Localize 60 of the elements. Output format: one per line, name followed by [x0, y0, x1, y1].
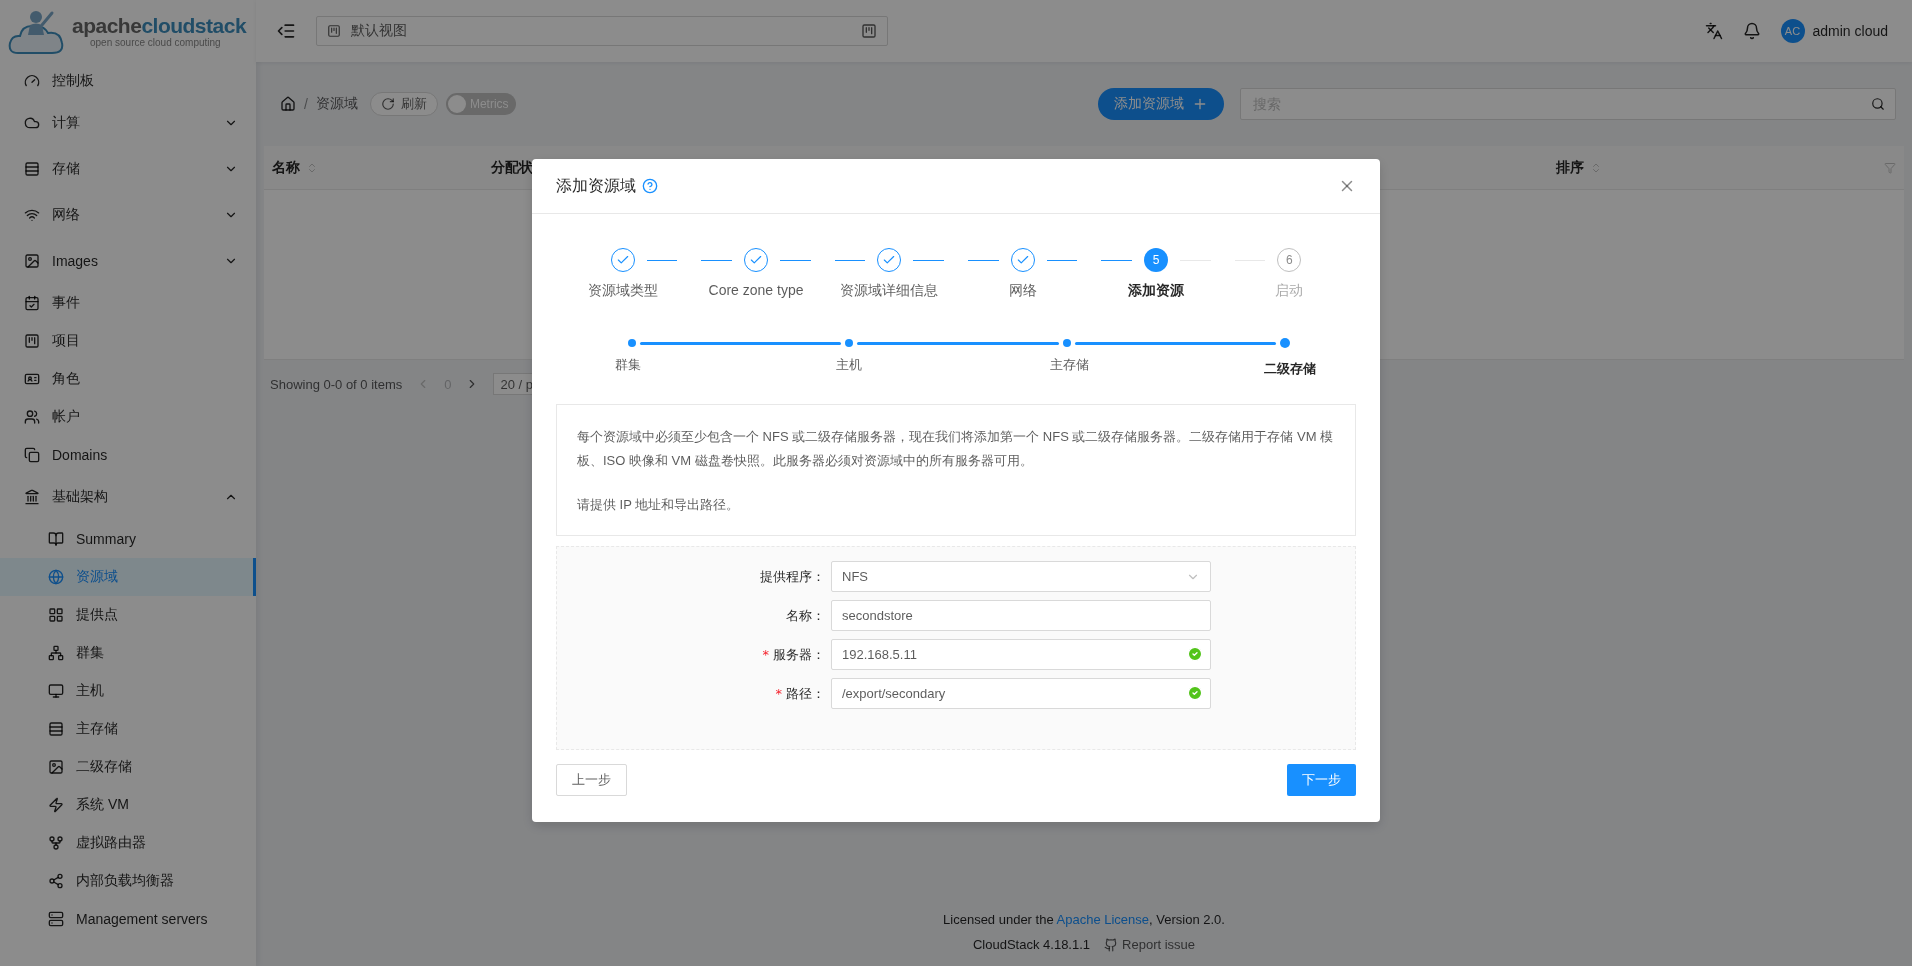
sidebar-item[interactable]: Images	[0, 238, 256, 284]
version-text: CloudStack 4.18.1.1	[972, 937, 1091, 952]
substep-label: 群集	[614, 356, 642, 374]
step-label: 资源域详细信息	[840, 282, 939, 300]
column-header[interactable]: 排序	[1556, 158, 1856, 177]
sidebar-item[interactable]: 存储	[0, 146, 256, 192]
input-field[interactable]: secondstore	[831, 600, 1211, 631]
sidebar-subitem[interactable]: 二级存储	[0, 748, 256, 786]
sidebar-item[interactable]: Domains	[0, 436, 256, 474]
sidebar-subitem[interactable]: 群集	[0, 634, 256, 672]
breadcrumb-item[interactable]: 资源域	[315, 95, 358, 113]
view-selector[interactable]: 默认视图	[316, 16, 888, 46]
description-text: 请提供 IP 地址和导出路径。	[577, 496, 741, 514]
sidebar-item[interactable]: 项目	[0, 322, 256, 360]
substep-label: 主存储	[1048, 356, 1090, 374]
field-label: 名称：	[786, 606, 825, 625]
sidebar-item[interactable]: 基础架构	[0, 474, 256, 520]
sidebar-subitem[interactable]: 主机	[0, 672, 256, 710]
field-label: 路径：	[786, 684, 825, 703]
sidebar-item[interactable]: 网络	[0, 192, 256, 238]
sidebar-subitem[interactable]: 主存储	[0, 710, 256, 748]
sidebar-item[interactable]: 角色	[0, 360, 256, 398]
sidebar-item[interactable]: 计算	[0, 100, 256, 146]
sidebar-item[interactable]: 控制板	[0, 62, 256, 100]
substep-label: 二级存储	[1262, 360, 1317, 378]
logo-wordmark: apachecloudstack	[72, 14, 247, 36]
refresh-button[interactable]: 刷新	[369, 92, 438, 116]
sidebar-item[interactable]: 帐户	[0, 398, 256, 436]
input-field[interactable]: /export/secondary	[831, 678, 1211, 709]
previous-button[interactable]: 上一步	[556, 764, 627, 796]
column-header[interactable]: 名称	[272, 158, 491, 177]
substep-label: 主机	[834, 356, 863, 374]
sidebar-subitem[interactable]: 系统 VM	[0, 786, 256, 824]
next-button[interactable]: 下一步	[1287, 764, 1356, 796]
description-text: 每个资源域中必须至少包含一个 NFS 或二级存储服务器，现在我们将添加第一个 NFS 或二级存储服务器。二级存储用于存储 VM 模板、ISO 映像和 VM 磁盘卷快照。此服务器必须对资源域中的所有服务器可用。	[577, 428, 1335, 470]
input-field[interactable]: 192.168.5.11	[831, 639, 1211, 670]
step-label: Core zone type	[708, 282, 804, 298]
license-text: Licensed under the Apache License, Version 2.0.	[943, 912, 1225, 927]
sidebar-item[interactable]: 事件	[0, 284, 256, 322]
step-label: 添加资源	[1127, 282, 1184, 300]
field-label: 服务器：	[773, 645, 825, 664]
sidebar-subitem[interactable]: 内部负载均衡器	[0, 862, 256, 900]
sidebar-subitem[interactable]: 虚拟路由器	[0, 824, 256, 862]
logo-tagline: open source cloud computing	[90, 37, 222, 48]
step-indicator: 5	[1144, 248, 1168, 272]
report-issue-link[interactable]: Report issue	[1104, 937, 1196, 952]
sidebar-subitem[interactable]: Management servers	[0, 900, 256, 938]
step-label: 资源域类型	[587, 282, 658, 300]
sidebar-subitem[interactable]: Summary	[0, 520, 256, 558]
step-label: 启动	[1275, 282, 1304, 300]
breadcrumb-separator: /	[304, 96, 308, 112]
required-mark: *	[775, 686, 782, 701]
provider-select[interactable]: NFS	[831, 561, 1211, 592]
step-label: 网络	[1008, 282, 1037, 300]
dialog-title: 添加资源域	[556, 175, 636, 196]
user-name[interactable]: admin cloud	[1812, 23, 1888, 39]
required-mark: *	[762, 647, 769, 662]
pagination-summary: Showing 0-0 of 0 items	[270, 376, 403, 392]
sidebar-subitem[interactable]: 提供点	[0, 596, 256, 634]
field-label: 提供程序：	[760, 567, 825, 586]
